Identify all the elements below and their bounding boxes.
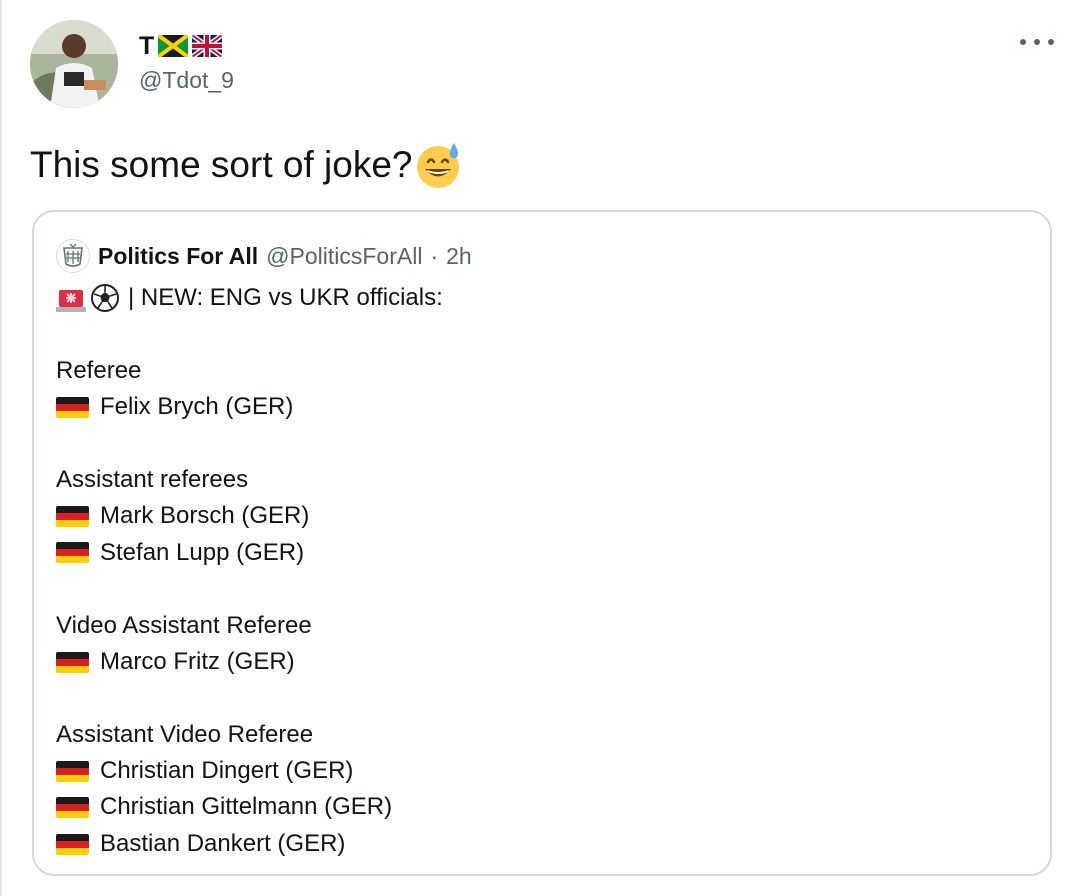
germany-flag-icon [56, 833, 89, 855]
official-name: Bastian Dankert (GER) [100, 829, 346, 857]
avatar[interactable] [30, 20, 118, 108]
sweat-smile-emoji-icon [417, 143, 460, 188]
section-title: Assistant Video Referee [56, 720, 314, 748]
official-name: Felix Brych (GER) [100, 393, 294, 421]
official-row: Stefan Lupp (GER) [56, 535, 1016, 571]
tweet-text: This some sort of joke? [30, 140, 464, 190]
avatar-photo [30, 20, 118, 108]
official-row: Christian Gittelmann (GER) [56, 789, 1016, 825]
headline: | NEW: ENG vs UKR officials: [56, 280, 1016, 316]
tweet-text-content: This some sort of joke? [30, 144, 413, 185]
germany-flag-icon [56, 542, 89, 564]
tweet[interactable]: T @Tdot_9 This some sort of joke? Politi… [0, 0, 1080, 896]
quoted-tweet-header: Politics For All @PoliticsForAll · 2h [56, 239, 472, 273]
section-title: Assistant referees [56, 465, 249, 493]
germany-flag-icon [56, 797, 89, 819]
section-title: Video Assistant Referee [56, 611, 312, 639]
official-name: Marco Fritz (GER) [100, 647, 295, 675]
germany-flag-icon [56, 651, 89, 673]
official-name: Christian Dingert (GER) [100, 757, 354, 785]
author-name-row[interactable]: T [139, 30, 223, 62]
quoted-tweet-body: | NEW: ENG vs UKR officials: Referee Fel… [56, 280, 1016, 862]
more-dot [1034, 39, 1040, 45]
headline-text: | NEW: ENG vs UKR officials: [128, 284, 443, 311]
more-options-icon[interactable] [1020, 33, 1054, 51]
quoted-tweet[interactable]: Politics For All @PoliticsForAll · 2h | … [32, 210, 1052, 876]
quoted-author-handle[interactable]: @PoliticsForAll [266, 243, 422, 270]
germany-flag-icon [56, 760, 89, 782]
author-display-name[interactable]: T [139, 32, 154, 61]
germany-flag-icon [56, 506, 89, 528]
official-name: Stefan Lupp (GER) [100, 538, 305, 566]
section-title: Referee [56, 356, 142, 384]
quoted-author-name[interactable]: Politics For All [98, 243, 258, 270]
meta-separator: · [430, 242, 439, 269]
author-handle[interactable]: @Tdot_9 [139, 67, 234, 94]
official-row: Felix Brych (GER) [56, 389, 1016, 425]
more-dot [1020, 39, 1026, 45]
germany-flag-icon [56, 396, 89, 418]
soccer-ball-icon [91, 284, 119, 313]
official-row: Bastian Dankert (GER) [56, 826, 1016, 862]
more-dot [1048, 39, 1054, 45]
uk-flag-icon [192, 35, 223, 57]
official-row: Christian Dingert (GER) [56, 753, 1016, 789]
siren-icon [56, 290, 86, 313]
portcullis-logo-icon [63, 243, 83, 267]
quoted-avatar [56, 239, 90, 273]
quoted-timestamp[interactable]: 2h [446, 243, 472, 270]
official-row: Marco Fritz (GER) [56, 644, 1016, 680]
official-name: Mark Borsch (GER) [100, 502, 310, 530]
official-name: Christian Gittelmann (GER) [100, 793, 393, 821]
official-row: Mark Borsch (GER) [56, 498, 1016, 534]
jamaica-flag-icon [158, 35, 189, 57]
